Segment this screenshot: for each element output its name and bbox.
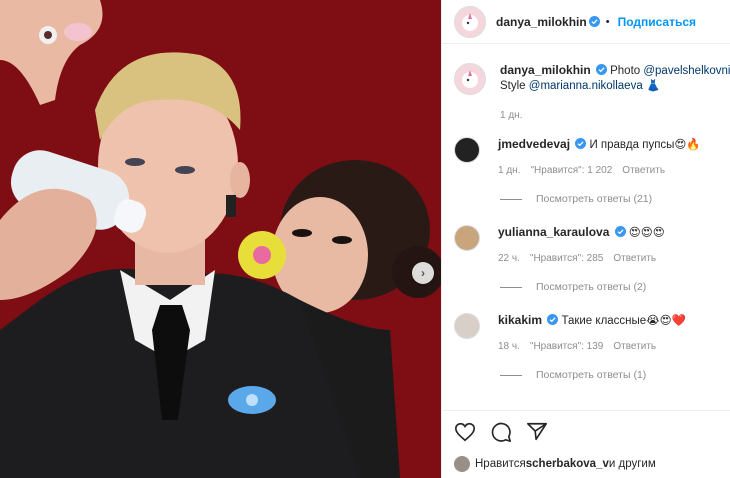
comment-avatar[interactable]: [454, 313, 480, 339]
replies-divider: [500, 198, 522, 200]
verified-icon: [588, 16, 600, 27]
comment-likes[interactable]: "Нравится": 285: [530, 251, 603, 266]
photo-illustration: [0, 0, 441, 478]
heart-icon[interactable]: [454, 421, 476, 443]
comment-body: kikakim Такие классные😭😍❤️ 18 ч. "Нравит…: [498, 313, 686, 354]
caption-text-style: Style: [500, 80, 529, 92]
caption-username[interactable]: danya_milokhin: [500, 63, 591, 77]
post-header: danya_milokhin • Подписаться: [442, 0, 730, 44]
post-sidebar: danya_milokhin • Подписаться danya_milok…: [441, 0, 730, 478]
comment-meta: 1 дн. "Нравится": 1 202 Ответить: [498, 163, 701, 178]
comment-likes[interactable]: "Нравится": 139: [530, 339, 603, 354]
caption-meta: 1 дн.: [500, 108, 730, 123]
header-username[interactable]: danya_milokhin: [496, 15, 587, 29]
caption-emoji: 👗: [645, 80, 661, 92]
comment-body: yulianna_karaulova 😍😍😍 22 ч. "Нравится":…: [498, 225, 665, 266]
avatar[interactable]: [454, 5, 486, 38]
next-photo-button[interactable]: ›: [412, 262, 434, 284]
comment-likes[interactable]: "Нравится": 1 202: [530, 163, 612, 178]
separator-dot: •: [605, 15, 610, 28]
likes-summary: Нравится scherbakova_v и другим: [454, 456, 656, 472]
view-replies-button[interactable]: Посмотреть ответы (2): [442, 281, 730, 293]
comment-text: И правда пупсы😍🔥: [589, 139, 701, 151]
comment-meta: 18 ч. "Нравится": 139 Ответить: [498, 339, 686, 354]
comment-username[interactable]: kikakim: [498, 313, 542, 327]
caption-time[interactable]: 1 дн.: [500, 108, 522, 123]
verified-icon: [575, 138, 587, 149]
caption-text-photo: Photo: [610, 65, 644, 77]
reply-button[interactable]: Ответить: [613, 339, 656, 354]
post-actions: [442, 410, 730, 452]
comment-icon[interactable]: [490, 421, 512, 443]
view-replies-button[interactable]: Посмотреть ответы (1): [442, 369, 730, 381]
comments-list[interactable]: danya_milokhin Photo @pavelshelkovnikov …: [442, 45, 730, 410]
share-icon[interactable]: [526, 421, 548, 443]
view-replies-button[interactable]: Посмотреть ответы (21): [442, 193, 730, 205]
verified-icon: [547, 314, 559, 325]
likes-prefix: Нравится: [475, 458, 526, 470]
comment-username[interactable]: jmedvedevaj: [498, 137, 570, 151]
chevron-right-icon: ›: [421, 266, 425, 280]
liker-avatar[interactable]: [454, 456, 470, 472]
mention-photographer[interactable]: @pavelshelkovnikov: [643, 65, 730, 77]
follow-button[interactable]: Подписаться: [618, 15, 696, 29]
comment-time[interactable]: 18 ч.: [498, 339, 520, 354]
replies-divider: [500, 286, 522, 288]
reply-button[interactable]: Ответить: [613, 251, 656, 266]
caption-avatar[interactable]: [454, 63, 486, 95]
comment-avatar[interactable]: [454, 137, 480, 163]
post-photo[interactable]: ›: [0, 0, 441, 478]
comment-body: jmedvedevaj И правда пупсы😍🔥 1 дн. "Нрав…: [498, 137, 701, 178]
liker-username[interactable]: scherbakova_v: [526, 458, 609, 470]
comment-text: Такие классные😭😍❤️: [561, 315, 686, 327]
unicorn-icon: [462, 70, 478, 88]
reply-button[interactable]: Ответить: [622, 163, 665, 178]
mention-stylist[interactable]: @marianna.nikollaeva: [529, 80, 643, 92]
comment-meta: 22 ч. "Нравится": 285 Ответить: [498, 251, 665, 266]
verified-icon: [595, 64, 607, 75]
replies-divider: [500, 374, 522, 376]
comment-item: kikakim Такие классные😭😍❤️ 18 ч. "Нравит…: [442, 313, 730, 354]
view-replies-label: Посмотреть ответы (2): [536, 281, 647, 293]
comment-text: 😍😍😍: [628, 227, 665, 239]
view-replies-label: Посмотреть ответы (1): [536, 369, 647, 381]
comment-time[interactable]: 1 дн.: [498, 163, 520, 178]
comment-time[interactable]: 22 ч.: [498, 251, 520, 266]
comment-item: jmedvedevaj И правда пупсы😍🔥 1 дн. "Нрав…: [442, 137, 730, 178]
comment-item: yulianna_karaulova 😍😍😍 22 ч. "Нравится":…: [442, 225, 730, 266]
unicorn-icon: [462, 12, 478, 31]
instagram-post: › danya_milokhin • Подписаться danya_mil…: [0, 0, 730, 478]
likes-suffix[interactable]: и другим: [609, 458, 656, 470]
view-replies-label: Посмотреть ответы (21): [536, 193, 653, 205]
comment-avatar[interactable]: [454, 225, 480, 251]
comment-username[interactable]: yulianna_karaulova: [498, 225, 609, 239]
verified-icon: [614, 226, 626, 237]
caption-body: danya_milokhin Photo @pavelshelkovnikov …: [500, 63, 730, 123]
post-caption: danya_milokhin Photo @pavelshelkovnikov …: [442, 63, 730, 123]
